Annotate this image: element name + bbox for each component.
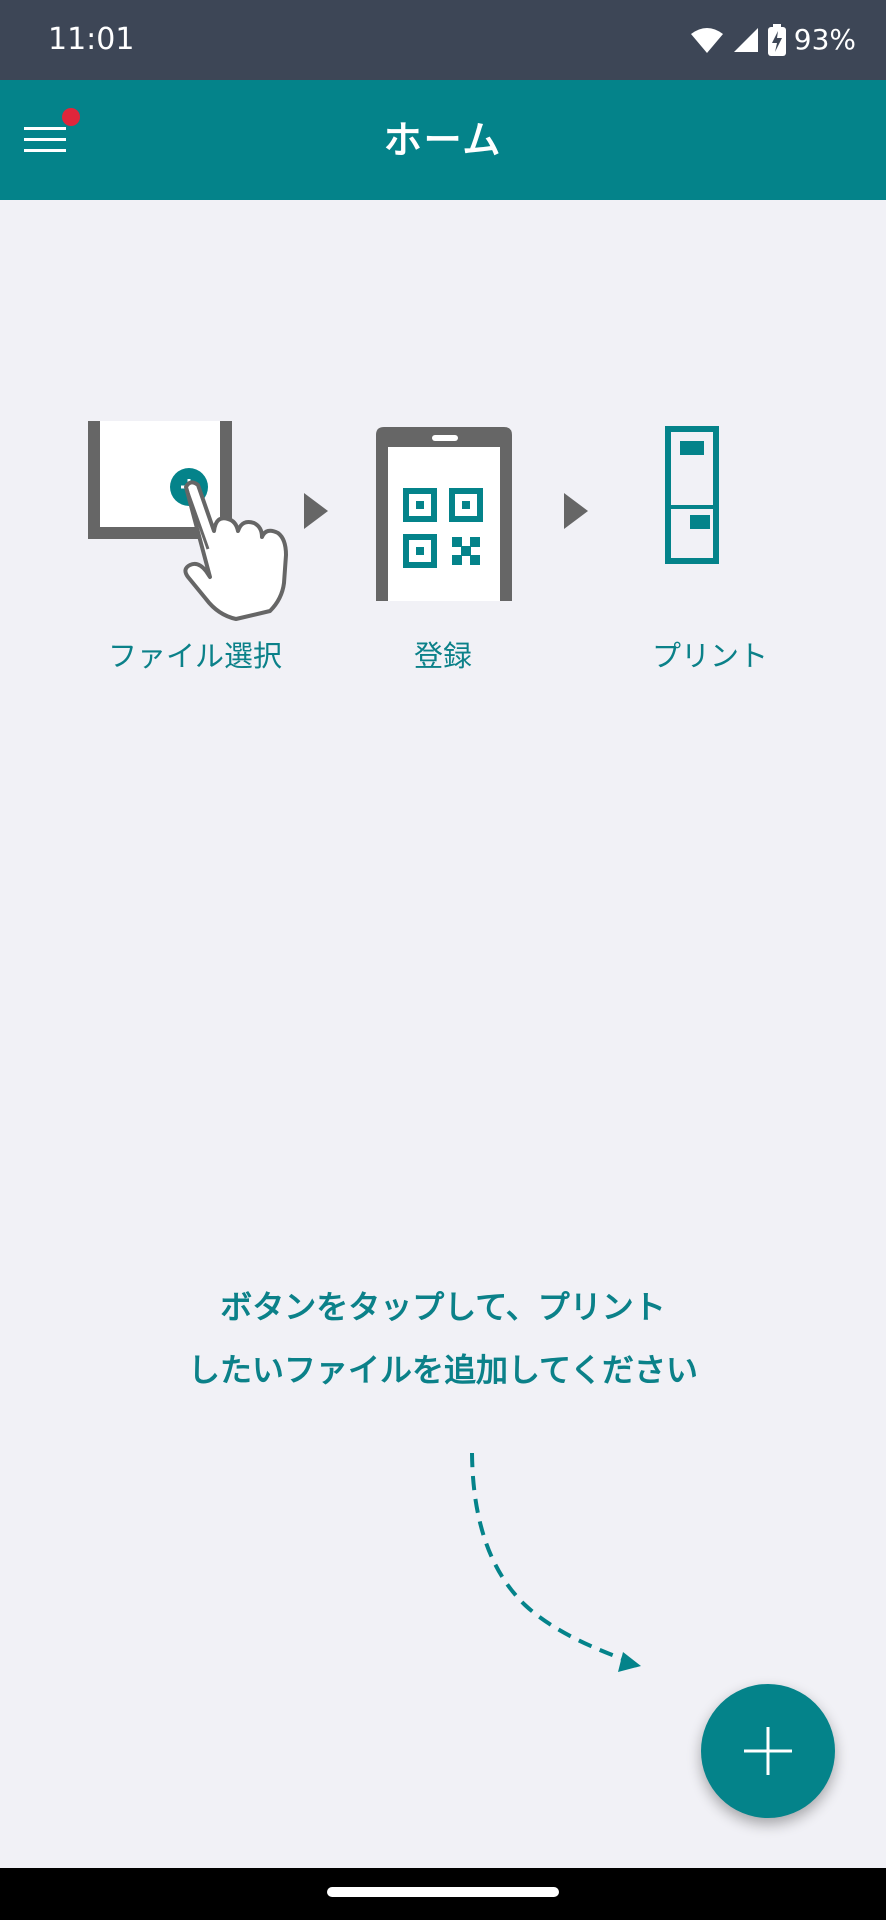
step-label-file-select: ファイル選択 <box>107 639 282 673</box>
plus-icon <box>744 1727 792 1775</box>
step-label-print: プリント <box>651 639 768 673</box>
status-icons: 93% <box>690 20 856 60</box>
status-time: 11:01 <box>48 22 135 57</box>
instruction-line-2: したいファイルを追加してください <box>187 1351 699 1389</box>
battery-percent: 93% <box>793 23 856 56</box>
wifi-icon <box>690 28 723 53</box>
notification-badge <box>62 108 80 126</box>
phone-qr-code-icon <box>376 427 512 601</box>
add-file-button[interactable] <box>701 1684 835 1818</box>
instruction-line-1: ボタンをタップして、プリント <box>220 1288 666 1326</box>
dashed-hint-arrow <box>470 1452 641 1672</box>
home-indicator[interactable] <box>327 1887 559 1897</box>
printer-phone-qr-icon <box>665 426 719 564</box>
battery-charging-icon <box>767 24 786 56</box>
app-bar: ホーム <box>0 80 886 200</box>
cell-signal-icon <box>733 28 758 52</box>
status-bar: 11:01 93% <box>0 0 886 80</box>
tablet-tap-plus-icon <box>88 421 288 621</box>
arrow-right-icon <box>564 493 588 529</box>
steps-illustration <box>88 421 719 621</box>
page-title: ホーム <box>383 118 503 162</box>
arrow-right-icon <box>304 493 328 529</box>
step-label-register: 登録 <box>413 639 472 673</box>
